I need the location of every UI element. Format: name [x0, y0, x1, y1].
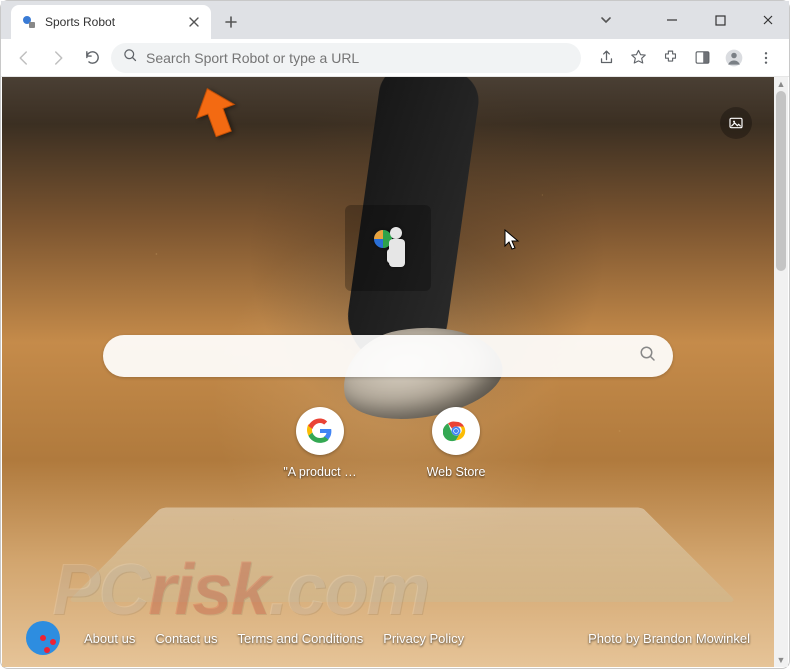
search-icon [123, 48, 138, 68]
shortcut-tile[interactable]: "A product … [272, 407, 368, 479]
page-search-submit-icon[interactable] [639, 345, 657, 368]
chrome-icon [432, 407, 480, 455]
window-maximize-button[interactable] [705, 5, 735, 35]
extension-logo [345, 205, 431, 291]
menu-button[interactable] [751, 43, 781, 73]
footer-link-terms[interactable]: Terms and Conditions [237, 631, 363, 646]
shortcut-label: "A product … [283, 465, 356, 479]
shortcut-label: Web Store [427, 465, 486, 479]
shortcut-tile[interactable]: Web Store [408, 407, 504, 479]
page-footer: About us Contact us Terms and Conditions… [2, 621, 774, 655]
tab-close-icon[interactable] [187, 15, 201, 29]
footer-logo-icon [26, 621, 60, 655]
customize-background-button[interactable] [720, 107, 752, 139]
extensions-button[interactable] [655, 43, 685, 73]
page-search-bar[interactable] [103, 335, 673, 377]
sidepanel-button[interactable] [687, 43, 717, 73]
omnibox-input[interactable] [146, 50, 569, 66]
window-titlebar: Sports Robot [1, 1, 789, 39]
scrollbar-thumb[interactable] [776, 91, 786, 271]
bookmark-button[interactable] [623, 43, 653, 73]
share-button[interactable] [591, 43, 621, 73]
tab-search-button[interactable] [591, 5, 621, 35]
scroll-down-icon[interactable]: ▼ [774, 653, 788, 667]
scroll-up-icon[interactable]: ▲ [774, 77, 788, 91]
tab-title: Sports Robot [45, 15, 187, 29]
footer-link-privacy[interactable]: Privacy Policy [383, 631, 464, 646]
window-close-button[interactable] [753, 5, 783, 35]
window-minimize-button[interactable] [657, 5, 687, 35]
footer-link-about[interactable]: About us [84, 631, 135, 646]
google-icon [296, 407, 344, 455]
vertical-scrollbar[interactable]: ▲ ▼ [774, 77, 788, 667]
page-search-input[interactable] [119, 348, 639, 365]
browser-tab[interactable]: Sports Robot [11, 5, 211, 39]
page-viewport: "A product … Web Store PCrisk.com About … [2, 77, 774, 667]
mouse-cursor-icon [504, 229, 520, 256]
tab-favicon [21, 14, 37, 30]
profile-button[interactable] [719, 43, 749, 73]
shortcuts-row: "A product … Web Store [272, 407, 504, 479]
nav-forward-button[interactable] [43, 43, 73, 73]
address-bar[interactable] [111, 43, 581, 73]
browser-toolbar [1, 39, 789, 77]
photo-attribution: Photo by Brandon Mowinkel [588, 631, 750, 646]
footer-link-contact[interactable]: Contact us [155, 631, 217, 646]
new-tab-button[interactable] [217, 8, 245, 36]
nav-back-button[interactable] [9, 43, 39, 73]
nav-reload-button[interactable] [77, 43, 107, 73]
window-controls [591, 1, 783, 39]
